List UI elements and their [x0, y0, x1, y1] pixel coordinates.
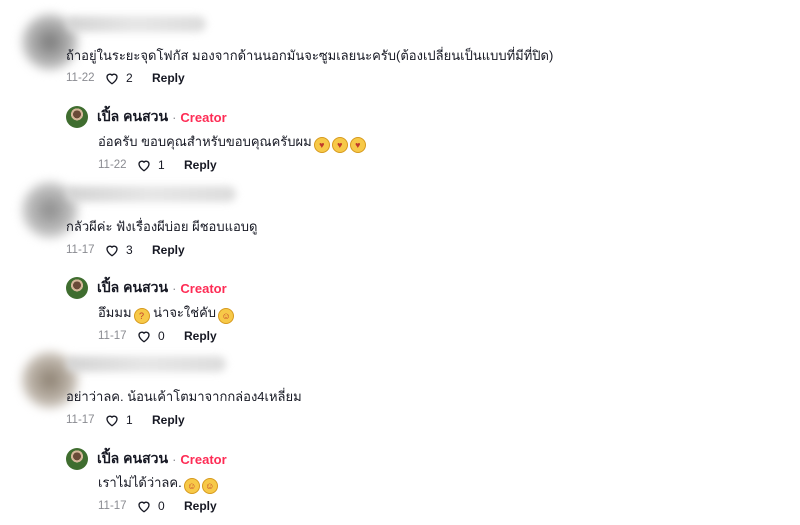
comment-meta: 11-17 1 Reply — [66, 412, 185, 428]
like-button[interactable]: 1 — [136, 157, 184, 173]
creator-avatar[interactable] — [66, 277, 88, 299]
creator-avatar[interactable] — [66, 448, 88, 470]
reply-header: เปิ้ล คนสวน · Creator — [66, 277, 227, 299]
reply-meta: 11-17 0 Reply — [98, 498, 217, 514]
reply-button[interactable]: Reply — [184, 329, 217, 343]
reply-date: 11-17 — [98, 330, 127, 342]
separator-dot: · — [172, 451, 177, 467]
reply-button[interactable]: Reply — [184, 158, 217, 172]
heart-outline-icon — [138, 331, 150, 343]
reply-date: 11-22 — [98, 159, 127, 171]
heart-outline-icon — [106, 415, 118, 427]
like-count: 0 — [158, 499, 165, 513]
reply-button[interactable]: Reply — [184, 499, 217, 513]
creator-badge: Creator — [180, 280, 227, 296]
creator-name[interactable]: เปิ้ล คนสวน — [97, 448, 168, 470]
comment-text: กลัวผีค่ะ ฟังเรื่องผีบ่อย ผีชอบแอบดู — [66, 219, 258, 234]
reply-header: เปิ้ล คนสวน · Creator — [66, 106, 227, 128]
like-button[interactable]: 3 — [104, 242, 152, 258]
like-button[interactable]: 2 — [104, 70, 152, 86]
reply-text: เราไม่ได้ว่าลค. ☺ ☺ — [98, 472, 218, 494]
reply-meta: 11-22 1 Reply — [98, 157, 217, 173]
like-count: 1 — [126, 413, 133, 427]
creator-name[interactable]: เปิ้ล คนสวน — [97, 277, 168, 299]
reply-text: อึมมม? น่าจะใช่คับ ☺ — [98, 302, 235, 324]
comment-text: อย่าว่าลค. น้อนเค้าโตมาจากกล่อง4เหลี่ยม — [66, 389, 302, 404]
reply-meta: 11-17 0 Reply — [98, 328, 217, 344]
like-count: 1 — [158, 158, 165, 172]
creator-badge: Creator — [180, 451, 227, 467]
reply-date: 11-17 — [98, 500, 127, 512]
reply-header: เปิ้ล คนสวน · Creator — [66, 448, 227, 470]
separator-dot: · — [172, 109, 177, 125]
emoji-icon: ♥ — [313, 137, 330, 153]
like-button[interactable]: 0 — [136, 328, 184, 344]
emoji-icon: ♥ — [331, 137, 348, 153]
reply-button[interactable]: Reply — [152, 71, 185, 85]
like-count: 2 — [126, 71, 133, 85]
like-button[interactable]: 0 — [136, 498, 184, 514]
reply-text-content: เราไม่ได้ว่าลค. — [98, 475, 182, 490]
reply-button[interactable]: Reply — [152, 413, 185, 427]
reply-text-part-2: น่าจะใช่คับ — [149, 305, 217, 320]
reply-text-part-1: อึมมม — [98, 305, 132, 320]
commenter-name-redacted[interactable] — [66, 356, 226, 372]
heart-outline-icon — [138, 160, 150, 172]
emoji-icon: ♥ — [349, 137, 366, 153]
reply-button[interactable]: Reply — [152, 243, 185, 257]
creator-name[interactable]: เปิ้ล คนสวน — [97, 106, 168, 128]
comment-date: 11-22 — [66, 72, 95, 84]
separator-dot: · — [172, 280, 177, 296]
like-button[interactable]: 1 — [104, 412, 152, 428]
heart-outline-icon — [106, 245, 118, 257]
creator-badge: Creator — [180, 109, 227, 125]
reply-text: อ่อครับ ขอบคุณสำหรับขอบคุณครับผม ♥ ♥ ♥ — [98, 131, 366, 153]
creator-avatar[interactable] — [66, 106, 88, 128]
emoji-icon: ☺ — [201, 478, 218, 494]
commenter-name-redacted[interactable] — [66, 16, 206, 32]
comment-date: 11-17 — [66, 414, 95, 426]
comment-meta: 11-17 3 Reply — [66, 242, 185, 258]
commenter-name-redacted[interactable] — [66, 186, 236, 202]
comment-meta: 11-22 2 Reply — [66, 70, 185, 86]
like-count: 3 — [126, 243, 133, 257]
comment-date: 11-17 — [66, 244, 95, 256]
heart-outline-icon — [138, 501, 150, 513]
reply-text-content: อ่อครับ ขอบคุณสำหรับขอบคุณครับผม — [98, 134, 312, 149]
emoji-icon: ☺ — [218, 308, 235, 324]
emoji-icon: ? — [133, 308, 150, 324]
emoji-icon: ☺ — [183, 478, 200, 494]
comment-text: ถ้าอยู่ในระยะจุดโฟกัส มองจากด้านนอกมันจะ… — [66, 48, 554, 63]
like-count: 0 — [158, 329, 165, 343]
heart-outline-icon — [106, 73, 118, 85]
